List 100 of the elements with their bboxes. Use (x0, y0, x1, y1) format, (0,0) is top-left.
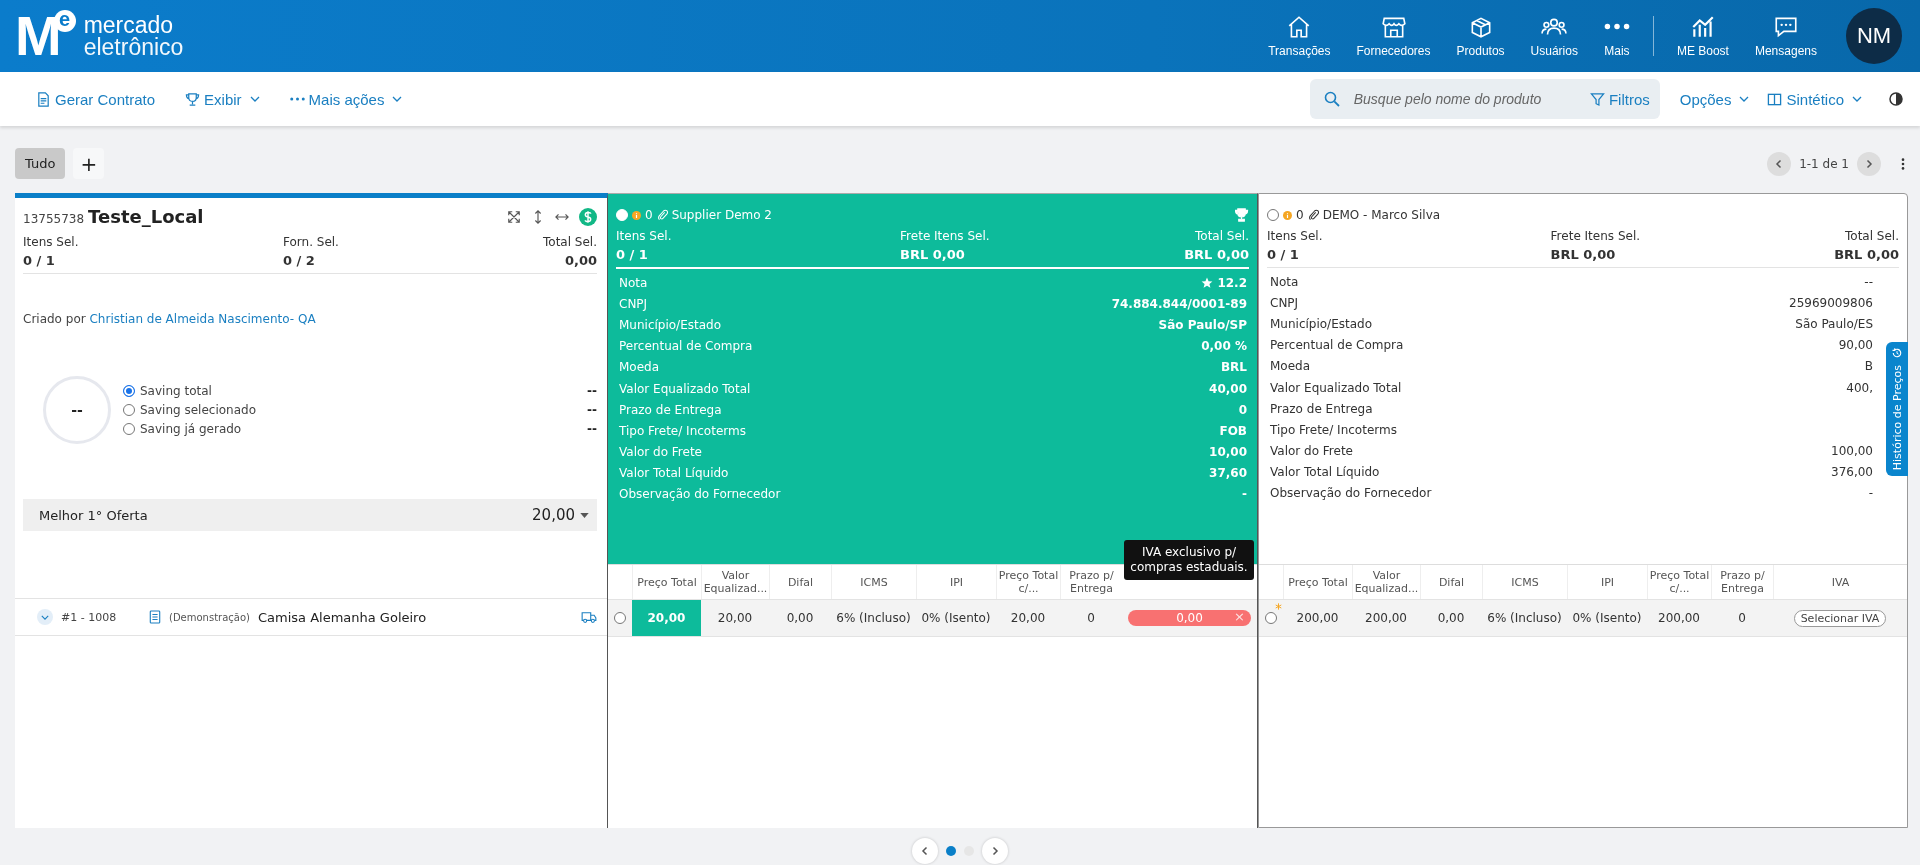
detail-value: BRL (1220, 360, 1247, 375)
chevron-down-icon (249, 96, 260, 102)
menu-button[interactable]: Sintético (1767, 90, 1862, 108)
detail-label: Prazo de Entrega (619, 402, 722, 417)
info-count: 0 (1296, 208, 1304, 222)
chevron-down-icon (41, 614, 49, 620)
nav-item[interactable]: Mais (1590, 14, 1643, 58)
chevron-right-icon (1864, 158, 1874, 169)
best-offer-bar[interactable]: Melhor 1° Oferta 20,00 (23, 499, 597, 531)
history-icon (1891, 347, 1903, 359)
nav-item[interactable]: Produtos (1443, 14, 1518, 58)
detail-label: Valor Total Líquido (1270, 465, 1380, 480)
expand-icon[interactable] (507, 209, 521, 224)
saving-gauge: -- (43, 376, 111, 444)
table-cell: 20,00 (632, 600, 701, 636)
detail-value: 376,00 (1831, 465, 1873, 480)
row-radio[interactable] (614, 612, 626, 624)
detail-label: Valor do Frete (619, 445, 702, 460)
saving-label: Saving selecionado (140, 403, 257, 417)
table-cell-text: 6% (Incluso) (835, 610, 912, 627)
detail-value: 40,00 (1209, 381, 1247, 396)
table-cell-text: 0,00 (785, 610, 815, 627)
stat-label: Total Sel. (1845, 229, 1899, 243)
previous-page-button[interactable] (1767, 151, 1792, 176)
view-tab[interactable]: Tudo (15, 148, 66, 179)
detail-value: 90,00 (1838, 338, 1873, 353)
saving-radio[interactable] (123, 423, 135, 435)
contrast-icon[interactable] (1888, 91, 1904, 107)
columns-icon (1767, 91, 1783, 107)
nav-item[interactable]: ME Boost (1663, 14, 1742, 58)
user-avatar[interactable]: NM (1846, 8, 1902, 64)
chevron-down-icon (1852, 96, 1862, 102)
price-history-tab[interactable]: Histórico de Preços (1886, 342, 1908, 476)
stat-value: 0 / 1 (1267, 247, 1300, 262)
filters-button[interactable]: Filtros (1589, 90, 1650, 108)
iva-badge[interactable]: 0,00 × (1128, 610, 1251, 626)
carousel-dot[interactable] (946, 846, 956, 856)
paperclip-icon (1307, 209, 1319, 221)
saving-value: -- (587, 403, 597, 417)
detail-value: 74.884.844/0001-89 (1111, 296, 1247, 311)
detail-label: Município/Estado (619, 317, 722, 332)
previous-button[interactable] (912, 838, 938, 864)
nav-item[interactable]: Fornecedores (1343, 14, 1444, 58)
menu-button[interactable]: Opções (1679, 90, 1750, 108)
stat-value: 0 / 1 (23, 253, 56, 268)
stat-label: Total Sel. (543, 235, 597, 249)
detail-label: Moeda (619, 360, 660, 375)
search-field[interactable]: Busque pelo nome do produto Filtros (1309, 79, 1660, 119)
stat-label: Itens Sel. (1267, 229, 1324, 243)
toolbar-button[interactable]: Mais ações (289, 90, 403, 108)
nav-item[interactable]: Mensagens (1741, 14, 1830, 58)
saving-radio[interactable] (123, 385, 135, 397)
detail-label: Valor do Frete (1270, 444, 1353, 459)
detail-label: Município/Estado (1270, 316, 1373, 331)
truck-icon (581, 611, 597, 623)
saving-radio[interactable] (123, 404, 135, 416)
kebab-menu-icon[interactable] (1901, 156, 1905, 171)
detail-label: Tipo Frete/ Incoterms (1270, 422, 1397, 437)
add-tab-button[interactable]: + (73, 148, 105, 179)
select-iva-button[interactable]: Selecionar IVA (1793, 609, 1887, 627)
chevron-right-icon (990, 846, 1000, 856)
stat-value: 0,00 (564, 253, 597, 268)
detail-label: Valor Equalizado Total (619, 381, 751, 396)
paperclip-icon (656, 209, 668, 221)
toolbar-button[interactable]: Gerar Contrato (36, 90, 156, 108)
detail-value: 100,00 (1831, 444, 1873, 459)
created-by-text: Criado por Christian de Almeida Nascimento- QA (23, 312, 317, 326)
saving-value: -- (587, 384, 597, 398)
saving-value: -- (587, 422, 597, 436)
detail-label: Nota (1270, 274, 1299, 289)
item-name: Camisa Alemanha Goleiro (257, 609, 428, 625)
trophy-icon (185, 91, 201, 107)
info-count: 0 (645, 208, 653, 222)
caret-icon (580, 512, 589, 518)
detail-value: São Paulo/SP (1158, 317, 1247, 332)
detail-value: FOB (1219, 423, 1247, 438)
more-icon (1603, 23, 1630, 30)
more-icon (289, 97, 305, 101)
next-button[interactable] (982, 838, 1008, 864)
document-icon (149, 610, 161, 624)
detail-value: 0,00 % (1201, 339, 1247, 354)
expand-row-button[interactable] (37, 609, 53, 625)
info-icon (1283, 210, 1292, 220)
nav-item[interactable]: Transações (1255, 14, 1344, 58)
detail-label: Moeda (1270, 359, 1311, 374)
nav-item[interactable]: Usuários (1517, 14, 1591, 58)
supplier-name: DEMO - Marco Silva (1322, 208, 1441, 222)
detail-label: Observação do Fornecedor (619, 487, 781, 502)
row-radio[interactable] (1265, 612, 1277, 624)
creator-link[interactable]: Christian de Almeida Nascimento- QA (89, 312, 316, 326)
table-cell-text: 200,00 (1657, 610, 1701, 627)
saving-label: Saving total (140, 384, 213, 398)
detail-label: CNPJ (1270, 295, 1299, 310)
next-page-button[interactable] (1857, 151, 1881, 176)
filter-icon (1589, 91, 1605, 107)
dollar-icon[interactable] (579, 207, 597, 226)
chevron-down-icon (392, 96, 403, 102)
toolbar-button[interactable]: Exibir (185, 90, 260, 108)
detail-value: 12.2 (1217, 275, 1247, 290)
supplier-radio[interactable] (1267, 209, 1279, 221)
